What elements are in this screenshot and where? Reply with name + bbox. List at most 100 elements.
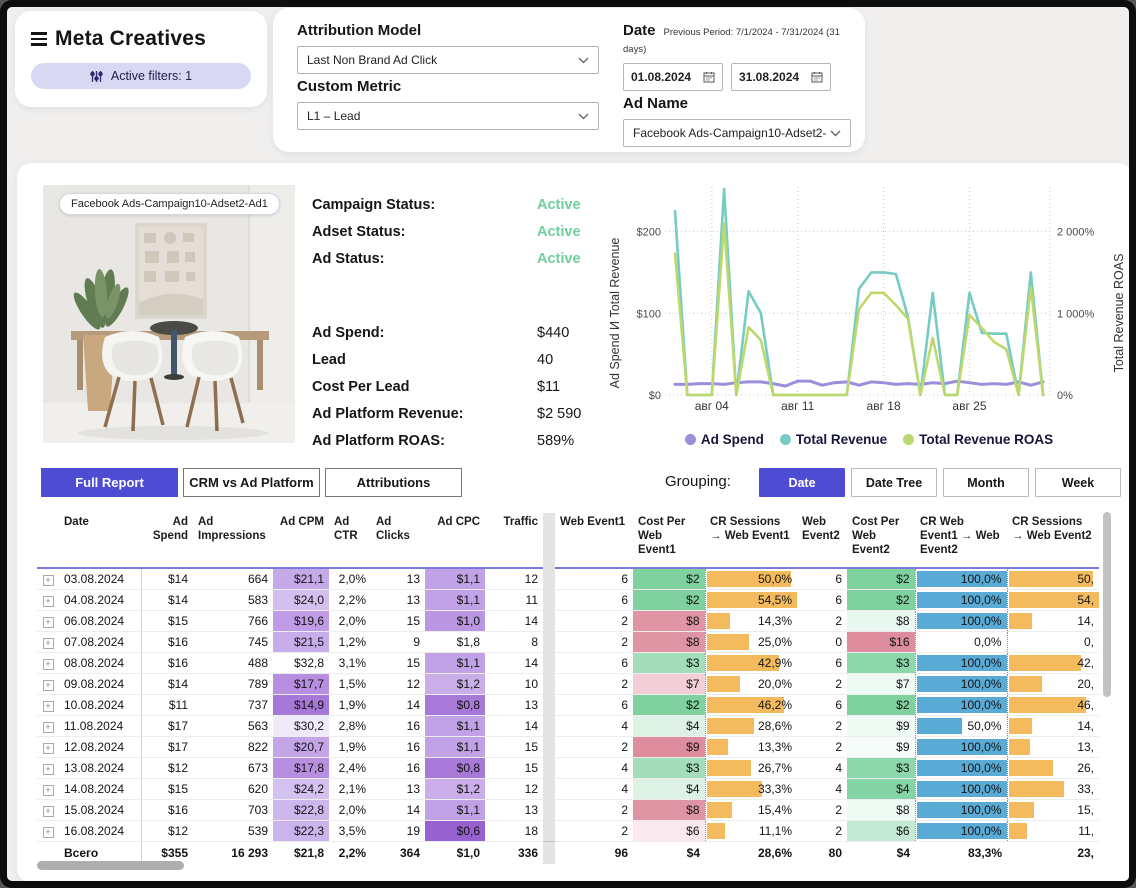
summary-label: Ad Spend: [312, 325, 537, 341]
cell-clicks: 12 [371, 674, 425, 695]
cell-date: 11.08.2024 [59, 716, 141, 737]
legend-dot [903, 434, 914, 445]
table-row: +07.08.2024$16745$21,51,2%9$1,882$825,0%… [37, 632, 1099, 653]
date-start-input[interactable]: 01.08.2024 [623, 63, 723, 91]
column-header-cost-per-web-event2[interactable]: Cost Per Web Event2 [847, 513, 915, 568]
attribution-model-select[interactable]: Last Non Brand Ad Click [297, 46, 599, 74]
hamburger-menu-icon[interactable] [31, 32, 47, 46]
column-header-ad-spend[interactable]: Ad Spend [141, 513, 193, 568]
cell-cr12: 100,0% [915, 737, 1007, 758]
cell-clicks: 13 [371, 590, 425, 611]
table-total-row: Всего$35516 293$21,82,2%364$1,033696$428… [37, 842, 1099, 865]
cell-cpc: $1,8 [425, 632, 485, 653]
legend-label: Total Revenue ROAS [919, 432, 1053, 447]
column-header-ad-clicks[interactable]: Ad Clicks [371, 513, 425, 568]
column-header-cr-sessions-web-event1[interactable]: CR Sessions → Web Event1 [705, 513, 797, 568]
column-header-cr-web-event1-web-event2[interactable]: CR Web Event1 → Web Event2 [915, 513, 1007, 568]
grouping-month[interactable]: Month [943, 468, 1029, 497]
summary-value: Active [537, 251, 581, 267]
column-header-spacer [37, 513, 59, 568]
cell-we1: 4 [555, 758, 633, 779]
expand-row-icon[interactable]: + [43, 638, 54, 649]
vertical-scrollbar[interactable] [1103, 512, 1111, 697]
cell-clicks: 19 [371, 821, 425, 842]
cell-cpm: $20,7 [273, 737, 329, 758]
legend-item-ad-spend[interactable]: Ad Spend [685, 432, 764, 447]
column-header-ad-cpm[interactable]: Ad CPM [273, 513, 329, 568]
sliders-icon [90, 70, 103, 83]
cell-we2: 0 [797, 632, 847, 653]
column-header-web-event1[interactable]: Web Event1 [555, 513, 633, 568]
column-header-ad-impressions[interactable]: Ad Impressions [193, 513, 273, 568]
ad-creative: Facebook Ads-Campaign10-Adset2-Ad1 [43, 185, 295, 443]
expand-cell: + [37, 800, 59, 821]
expand-row-icon[interactable]: + [43, 701, 54, 712]
expand-row-icon[interactable]: + [43, 596, 54, 607]
summary-value: Active [537, 197, 581, 213]
custom-metric-select[interactable]: L1 – Lead [297, 102, 599, 130]
expand-row-icon[interactable]: + [43, 827, 54, 838]
cell-cpm: $21,5 [273, 632, 329, 653]
cell-cr1: 15,4% [705, 800, 797, 821]
cell-cost2: $2 [847, 590, 915, 611]
ad-name-select[interactable]: Facebook Ads-Campaign10-Adset2-Ad1 [623, 119, 851, 147]
cell-spend: $16 [141, 632, 193, 653]
horizontal-scrollbar[interactable] [37, 861, 184, 870]
cell-we2: 4 [797, 758, 847, 779]
cell-clicks: 13 [371, 779, 425, 800]
expand-row-icon[interactable]: + [43, 617, 54, 628]
column-header-cost-per-web-event1[interactable]: Cost Per Web Event1 [633, 513, 705, 568]
cell-cost2: $3 [847, 653, 915, 674]
active-filters-badge[interactable]: Active filters: 1 [31, 63, 251, 89]
grouping-week[interactable]: Week [1035, 468, 1121, 497]
bar-value: 25,0% [711, 635, 793, 649]
cell-cpc: $1,1 [425, 590, 485, 611]
grouping-date-tree[interactable]: Date Tree [851, 468, 937, 497]
tab-attributions[interactable]: Attributions [325, 468, 462, 497]
date-end-value: 31.08.2024 [739, 70, 799, 84]
report-table-wrap: DateAd SpendAd ImpressionsAd CPMAd CTRAd… [37, 513, 1100, 865]
column-header-ad-ctr[interactable]: Ad CTR [329, 513, 371, 568]
cell-imp: 620 [193, 779, 273, 800]
column-header-traffic[interactable]: Traffic [485, 513, 543, 568]
cell-we1: 6 [555, 590, 633, 611]
cell-traffic: 15 [485, 758, 543, 779]
expand-row-icon[interactable]: + [43, 659, 54, 670]
column-header-date[interactable]: Date [59, 513, 141, 568]
cell-date: 04.08.2024 [59, 590, 141, 611]
cell-we2: 4 [797, 779, 847, 800]
bar-value: 14, [1013, 614, 1095, 628]
column-header-ad-cpc[interactable]: Ad CPC [425, 513, 485, 568]
cell-cr12: 0,0% [915, 632, 1007, 653]
cell-cpm: $22,8 [273, 800, 329, 821]
tab-crm-vs-ad-platform[interactable]: CRM vs Ad Platform [183, 468, 320, 497]
cell-imp: 745 [193, 632, 273, 653]
section-divider [543, 821, 555, 842]
tab-full-report[interactable]: Full Report [41, 468, 178, 497]
legend-item-total-revenue[interactable]: Total Revenue [780, 432, 887, 447]
legend-item-total-revenue-roas[interactable]: Total Revenue ROAS [903, 432, 1053, 447]
cell-traffic: 13 [485, 800, 543, 821]
expand-row-icon[interactable]: + [43, 806, 54, 817]
cell-traffic: 8 [485, 632, 543, 653]
expand-row-icon[interactable]: + [43, 743, 54, 754]
expand-row-icon[interactable]: + [43, 722, 54, 733]
expand-cell: + [37, 590, 59, 611]
column-header-cr-sessions-web-event2[interactable]: CR Sessions → Web Event2 [1007, 513, 1099, 568]
summary-label: Ad Platform Revenue: [312, 406, 537, 422]
expand-row-icon[interactable]: + [43, 785, 54, 796]
section-divider [543, 695, 555, 716]
expand-row-icon[interactable]: + [43, 764, 54, 775]
expand-row-icon[interactable]: + [43, 680, 54, 691]
column-header-web-event2[interactable]: Web Event2 [797, 513, 847, 568]
cell-cost2: $2 [847, 695, 915, 716]
bar-value: 20, [1013, 677, 1095, 691]
expand-row-icon[interactable]: + [43, 575, 54, 586]
cell-cpc: $0,8 [425, 758, 485, 779]
cell-cr2: 0, [1007, 632, 1099, 653]
cell-date: 14.08.2024 [59, 779, 141, 800]
cell-we1: 6 [555, 568, 633, 590]
date-end-input[interactable]: 31.08.2024 [731, 63, 831, 91]
grouping-date[interactable]: Date [759, 468, 845, 497]
campaign-summary: Campaign Status:ActiveAdset Status:Activ… [312, 191, 622, 454]
